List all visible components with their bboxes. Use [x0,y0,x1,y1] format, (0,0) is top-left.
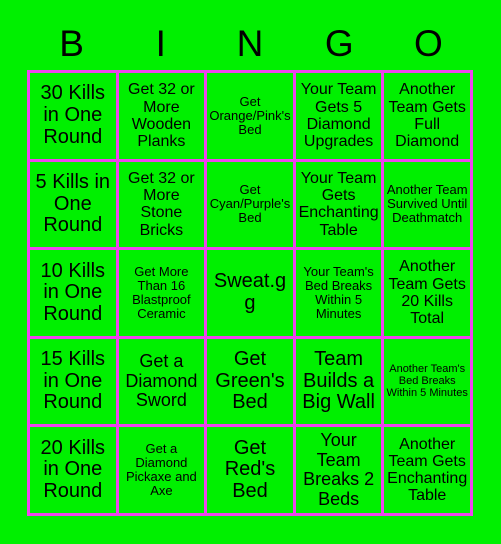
bingo-cell-label: Get Cyan/Purple's Bed [209,182,291,226]
bingo-cell-r5c4[interactable]: Your Team Breaks 2 Beds [295,427,385,516]
bingo-cell-label: 30 Kills in One Round [40,82,106,148]
bingo-cell-r5c1[interactable]: 20 Kills in One Round [30,427,119,516]
header-letter-b: B [59,23,84,64]
bingo-cell-label: Another Team Gets Enchanting Table [387,435,468,505]
bingo-cell-r4c4[interactable]: Team Builds a Big Wall [295,338,385,428]
bingo-cell-label: Another Team's Bed Breaks Within 5 Minut… [386,362,468,399]
bingo-cell-r2c4[interactable]: Your Team Gets Enchanting Table [295,161,385,251]
bingo-cell-label: Get Orange/Pink's Bed [209,93,291,137]
bingo-cell-label: Get Green's Bed [215,348,285,414]
bingo-cell-label: Get 32 or More Wooden Planks [128,81,195,151]
bingo-cell-r3c3[interactable]: Sweat.gg [207,250,296,339]
bingo-card: B I N G O 30 Kills in One Round Get 32 or… [0,0,501,544]
bingo-cell-label: 15 Kills in One Round [40,348,106,414]
bingo-cell-r4c1[interactable]: 15 Kills in One Round [30,338,119,428]
bingo-cell-r2c5[interactable]: Another Team Survived Until Deathmatch [384,161,473,251]
bingo-cell-label: Get 32 or More Stone Bricks [128,169,195,239]
bingo-cell-r1c5[interactable]: Another Team Gets Full Diamond [384,73,473,162]
bingo-cell-r4c2[interactable]: Get a Diamond Sword [118,338,208,428]
bingo-cell-r2c2[interactable]: Get 32 or More Stone Bricks [118,161,208,251]
bingo-cell-label: 5 Kills in One Round [35,171,111,237]
bingo-cell-r5c5[interactable]: Another Team Gets Enchanting Table [384,427,473,516]
header-letter-i: I [155,23,166,64]
bingo-cell-label: Team Builds a Big Wall [302,348,375,414]
bingo-cell-label: 10 Kills in One Round [40,259,106,325]
header-letter-g: G [324,23,354,64]
bingo-cell-r4c5[interactable]: Another Team's Bed Breaks Within 5 Minut… [384,338,473,428]
bingo-cell-label: Get a Diamond Sword [125,351,198,411]
bingo-cell-label: Your Team Breaks 2 Beds [303,430,375,509]
bingo-cell-r3c5[interactable]: Another Team Gets 20 Kills Total [384,250,473,339]
bingo-cell-r1c3[interactable]: Get Orange/Pink's Bed [207,73,296,162]
bingo-cell-label: Another Team Gets Full Diamond [388,81,466,151]
bingo-cell-r3c1[interactable]: 10 Kills in One Round [30,250,119,339]
header-letter-o: O [414,23,443,64]
bingo-cell-r2c3[interactable]: Get Cyan/Purple's Bed [207,161,296,251]
bingo-cell-r5c2[interactable]: Get a Diamond Pickaxe and Axe [118,427,208,516]
bingo-cell-label: Get Red's Bed [224,436,276,502]
bingo-cell-r3c2[interactable]: Get More Than 16 Blastproof Ceramic [118,250,208,339]
bingo-cell-label: Another Team Gets 20 Kills Total [388,258,466,328]
bingo-cell-r1c2[interactable]: Get 32 or More Wooden Planks [118,73,208,162]
bingo-cell-r1c1[interactable]: 30 Kills in One Round [30,73,119,162]
bingo-cell-label: 20 Kills in One Round [40,436,106,502]
header-letter-n: N [236,23,264,64]
bingo-cell-r4c3[interactable]: Get Green's Bed [207,338,296,428]
bingo-cell-label: Your Team Gets 5 Diamond Upgrades [300,81,377,151]
bingo-cell-label: Get a Diamond Pickaxe and Axe [125,441,197,499]
bingo-cell-label: Your Team's Bed Breaks Within 5 Minutes [303,263,374,322]
bingo-cell-label: Sweat.gg [213,270,287,314]
bingo-cell-label: Get More Than 16 Blastproof Ceramic [132,263,191,322]
bingo-cell-r1c4[interactable]: Your Team Gets 5 Diamond Upgrades [295,73,385,162]
bingo-cell-r3c4[interactable]: Your Team's Bed Breaks Within 5 Minutes [295,250,385,339]
bingo-cell-r5c3[interactable]: Get Red's Bed [207,427,296,516]
bingo-header: B I N G O [27,17,473,70]
bingo-cell-r2c1[interactable]: 5 Kills in One Round [30,161,119,251]
bingo-cell-label: Your Team Gets Enchanting Table [298,169,379,239]
bingo-cell-label: Another Team Survived Until Deathmatch [386,182,468,226]
bingo-grid: 30 Kills in One Round Get 32 or More Wood… [27,70,473,516]
